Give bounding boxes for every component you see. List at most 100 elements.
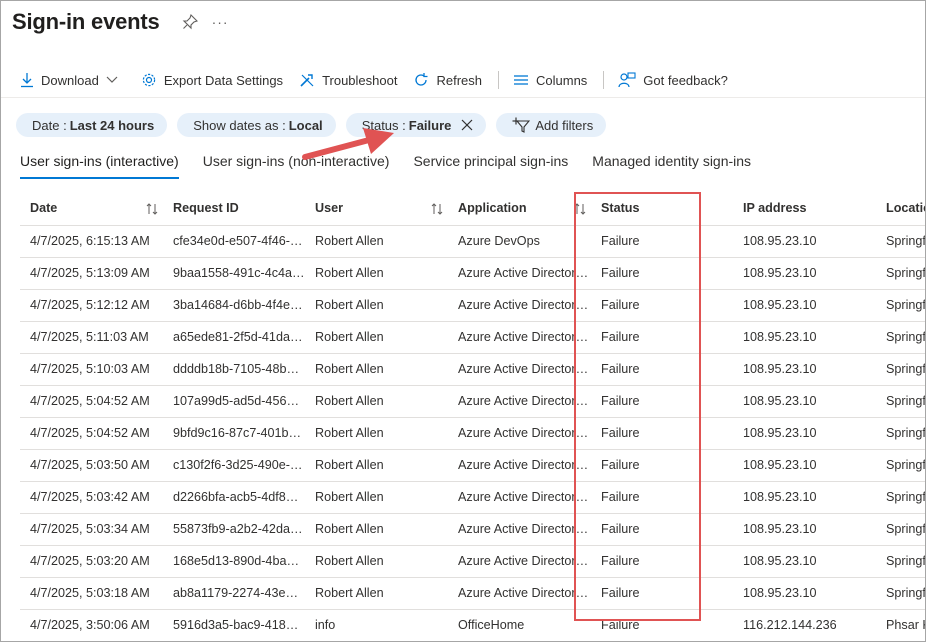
download-button[interactable]: Download <box>20 72 125 88</box>
cell-location: Springf <box>876 352 925 385</box>
cell-application: Azure Active Director… <box>448 448 591 481</box>
table-row[interactable]: 4/7/2025, 5:03:20 AM 168e5d13-890d-4ba… Ro… <box>20 544 925 577</box>
column-header-date[interactable]: Date <box>20 192 163 226</box>
columns-icon <box>514 75 528 85</box>
cell-ip-address: 108.95.23.10 <box>733 352 876 385</box>
column-header-request-id[interactable]: Request ID <box>163 192 305 226</box>
tab-managed-identity-sign-ins[interactable]: Managed identity sign-ins <box>592 149 751 179</box>
cell-ip-address: 108.95.23.10 <box>733 256 876 289</box>
feedback-icon <box>618 72 636 88</box>
window: Sign-in events ··· Download Export Data … <box>0 0 926 642</box>
cell-application: OfficeHome <box>448 608 591 641</box>
table-row[interactable]: 4/7/2025, 3:50:06 AM 5916d3a5-bac9-4186… i… <box>20 608 925 641</box>
close-icon[interactable] <box>461 119 473 131</box>
more-options-icon[interactable]: ··· <box>212 14 229 30</box>
cell-date: 4/7/2025, 6:15:13 AM <box>20 224 163 257</box>
cell-date: 4/7/2025, 5:03:50 AM <box>20 448 163 481</box>
table-row[interactable]: 4/7/2025, 5:03:42 AM d2266bfa-acb5-4df8… R… <box>20 480 925 513</box>
cell-user: Robert Allen <box>305 512 448 545</box>
tab-user-sign-ins-interactive[interactable]: User sign-ins (interactive) <box>20 149 179 179</box>
cell-ip-address: 108.95.23.10 <box>733 416 876 449</box>
table-row[interactable]: 4/7/2025, 5:03:34 AM 55873fb9-a2b2-42da… R… <box>20 512 925 545</box>
cell-application: Azure Active Director… <box>448 256 591 289</box>
download-label: Download <box>41 72 99 88</box>
column-header-application[interactable]: Application <box>448 192 591 226</box>
cell-date: 4/7/2025, 3:50:06 AM <box>20 608 163 641</box>
annotation-arrow-icon <box>302 128 394 160</box>
column-header-user[interactable]: User <box>305 192 448 226</box>
cell-request-id: cfe34e0d-e507-4f46-… <box>163 224 305 257</box>
feedback-button[interactable]: Got feedback? <box>618 72 728 88</box>
troubleshoot-label: Troubleshoot <box>322 72 398 88</box>
cell-application: Azure Active Director… <box>448 576 591 609</box>
export-data-settings-button[interactable]: Export Data Settings <box>141 72 283 88</box>
cell-user: Robert Allen <box>305 256 448 289</box>
tab-service-principal-sign-ins[interactable]: Service principal sign-ins <box>413 149 568 179</box>
cell-request-id: 3ba14684-d6bb-4f4e… <box>163 288 305 321</box>
cell-ip-address: 108.95.23.10 <box>733 448 876 481</box>
troubleshoot-button[interactable]: Troubleshoot <box>299 72 397 88</box>
status-filter-value: Failure <box>408 117 452 133</box>
toolbar-separator <box>1 97 925 98</box>
date-filter-key: Date : <box>32 117 67 133</box>
column-header-location[interactable]: Location <box>876 192 925 226</box>
table-row[interactable]: 4/7/2025, 5:12:12 AM 3ba14684-d6bb-4f4e… R… <box>20 288 925 321</box>
cell-user: Robert Allen <box>305 576 448 609</box>
cell-user: Robert Allen <box>305 288 448 321</box>
table-row[interactable]: 4/7/2025, 5:04:52 AM 107a99d5-ad5d-456… Ro… <box>20 384 925 417</box>
cell-ip-address: 108.95.23.10 <box>733 288 876 321</box>
table-row[interactable]: 4/7/2025, 5:03:50 AM c130f2f6-3d25-490e-…… <box>20 448 925 481</box>
tab-strip: User sign-ins (interactive) User sign-in… <box>20 149 775 179</box>
table-row[interactable]: 4/7/2025, 5:03:18 AM ab8a1179-2274-43e1… R… <box>20 576 925 609</box>
refresh-button[interactable]: Refresh <box>413 72 482 88</box>
cell-request-id: d2266bfa-acb5-4df8… <box>163 480 305 513</box>
sort-icon[interactable] <box>430 202 444 216</box>
date-filter-value: Last 24 hours <box>69 117 155 133</box>
add-filters-button[interactable]: Add filters <box>496 113 607 137</box>
cell-request-id: a65ede81-2f5d-41da… <box>163 320 305 353</box>
table-header-row: Date Request ID User Application Status … <box>20 192 925 226</box>
table-row[interactable]: 4/7/2025, 6:15:13 AM cfe34e0d-e507-4f46-…… <box>20 224 925 257</box>
pin-icon[interactable] <box>182 13 198 30</box>
refresh-icon <box>415 73 428 86</box>
cell-user: Robert Allen <box>305 320 448 353</box>
cell-date: 4/7/2025, 5:12:12 AM <box>20 288 163 321</box>
cell-application: Azure Active Director… <box>448 384 591 417</box>
cell-location: Phsar K <box>876 608 925 641</box>
table-body: 4/7/2025, 6:15:13 AM cfe34e0d-e507-4f46-…… <box>20 224 925 641</box>
table-row[interactable]: 4/7/2025, 5:11:03 AM a65ede81-2f5d-41da… R… <box>20 320 925 353</box>
cell-request-id: 9baa1558-491c-4c4a… <box>163 256 305 289</box>
cell-date: 4/7/2025, 5:04:52 AM <box>20 384 163 417</box>
cell-application: Azure Active Director… <box>448 352 591 385</box>
wrench-icon <box>300 74 314 87</box>
column-header-label: IP address <box>743 201 807 216</box>
cell-ip-address: 116.212.144.236 <box>733 608 876 641</box>
show-dates-key: Show dates as : <box>193 117 286 133</box>
column-header-label: User <box>315 201 344 216</box>
cell-location: Springf <box>876 512 925 545</box>
cell-location: Springf <box>876 384 925 417</box>
cell-ip-address: 108.95.23.10 <box>733 576 876 609</box>
toolbar-divider <box>498 71 499 89</box>
cell-date: 4/7/2025, 5:03:34 AM <box>20 512 163 545</box>
column-header-ip-address[interactable]: IP address <box>733 192 876 226</box>
sort-icon[interactable] <box>145 202 159 216</box>
table-row[interactable]: 4/7/2025, 5:13:09 AM 9baa1558-491c-4c4a… R… <box>20 256 925 289</box>
table-row[interactable]: 4/7/2025, 5:10:03 AM ddddb18b-7105-48b… Ro… <box>20 352 925 385</box>
cell-user: Robert Allen <box>305 416 448 449</box>
add-filters-label: Add filters <box>535 117 594 133</box>
cell-user: Robert Allen <box>305 480 448 513</box>
cell-user: Robert Allen <box>305 448 448 481</box>
chevron-down-icon <box>106 76 118 83</box>
cell-location: Springf <box>876 544 925 577</box>
columns-button[interactable]: Columns <box>513 73 587 88</box>
status-column-highlight <box>574 192 701 621</box>
columns-label: Columns <box>536 72 588 88</box>
column-header-label: Application <box>458 201 527 216</box>
table-row[interactable]: 4/7/2025, 5:04:52 AM 9bfd9c16-87c7-401b… R… <box>20 416 925 449</box>
cell-application: Azure Active Director… <box>448 288 591 321</box>
date-filter-pill[interactable]: Date : Last 24 hours <box>16 113 168 137</box>
cell-user: Robert Allen <box>305 352 448 385</box>
cell-request-id: ddddb18b-7105-48b… <box>163 352 305 385</box>
cell-ip-address: 108.95.23.10 <box>733 384 876 417</box>
